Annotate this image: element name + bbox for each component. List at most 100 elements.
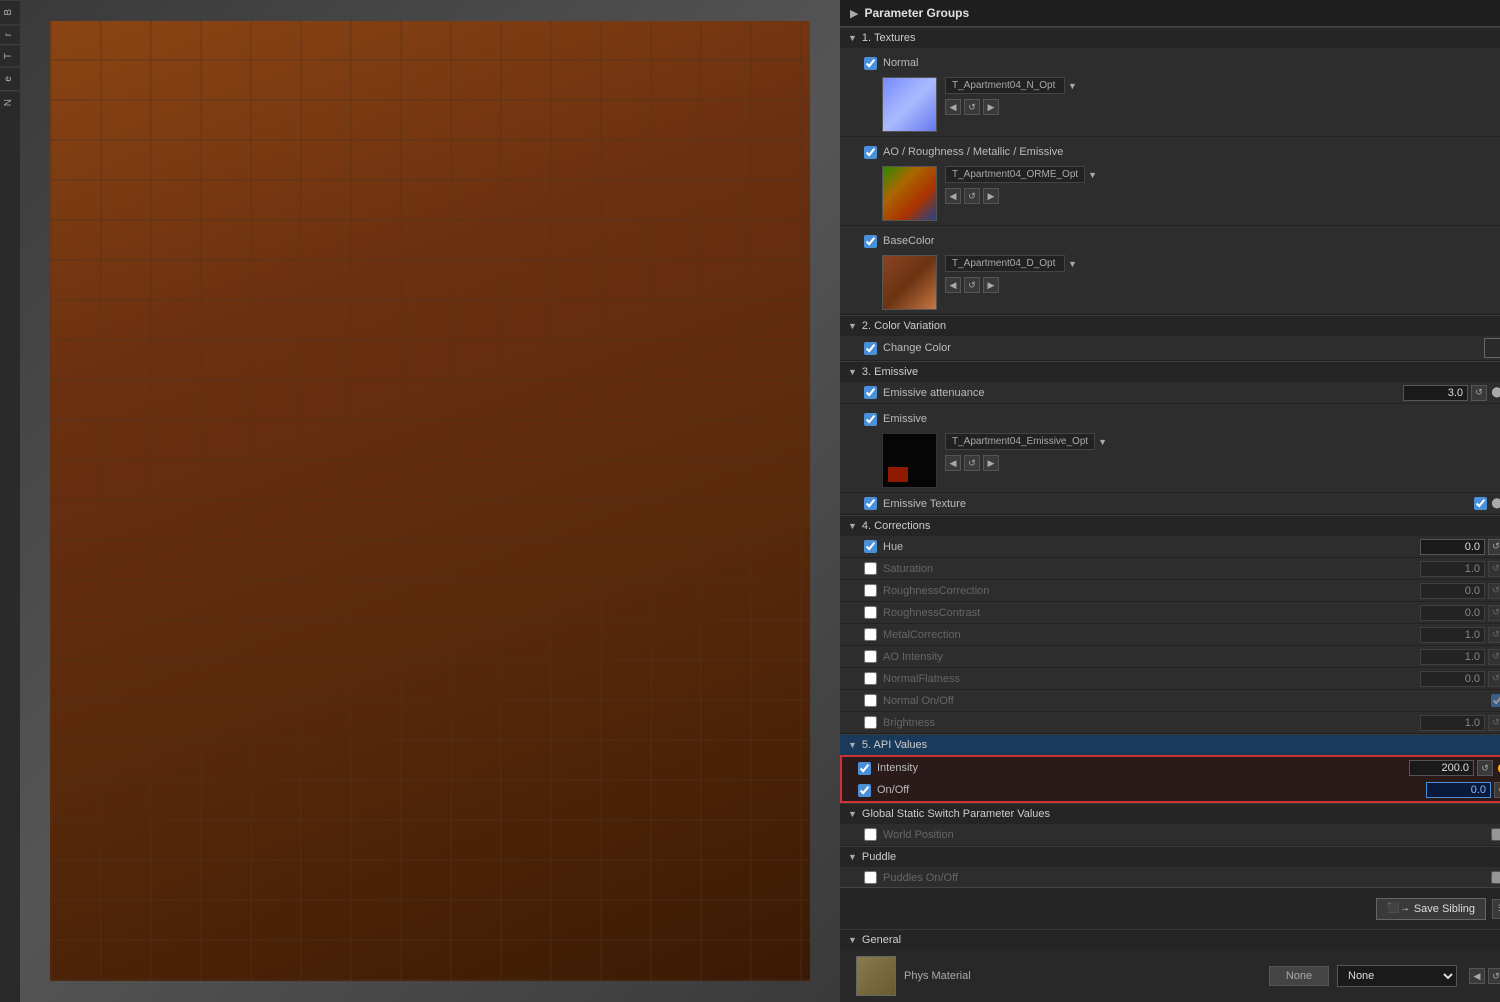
extra-btn[interactable]: ☰ — [1492, 899, 1500, 919]
input-brightness[interactable] — [1420, 715, 1485, 731]
texture-nav-btn-normal[interactable]: ◀ — [945, 99, 961, 115]
param-label-hue: Hue — [864, 540, 1324, 553]
save-sibling-button[interactable]: ⬛→ Save Sibling — [1376, 898, 1486, 920]
texture-reset-btn-emissive[interactable]: ↺ — [964, 455, 980, 471]
checkbox-onoff[interactable] — [858, 784, 871, 797]
value-area-onoff: ↺ — [1330, 782, 1500, 798]
input-roughness-contrast[interactable] — [1420, 605, 1485, 621]
reset-roughness-contrast[interactable]: ↺ — [1488, 605, 1500, 621]
checkbox-emissive-texture[interactable] — [864, 497, 877, 510]
texture-nav-btn-basecolor[interactable]: ◀ — [945, 277, 961, 293]
checkbox-world-pos[interactable] — [864, 828, 877, 841]
sidebar-tab-t[interactable]: T — [0, 44, 20, 67]
label-ao-intensity: AO Intensity — [883, 651, 943, 663]
phys-material-dropdown[interactable]: None — [1337, 965, 1457, 987]
check-puddles[interactable] — [1491, 871, 1500, 884]
param-label-puddles: Puddles On/Off — [864, 871, 1324, 884]
texture-dropdown-normal[interactable]: ▼ — [1068, 81, 1077, 91]
reset-onoff[interactable]: ↺ — [1494, 782, 1500, 798]
checkbox-puddles[interactable] — [864, 871, 877, 884]
section-global-switch-label: Global Static Switch Parameter Values — [862, 808, 1050, 820]
pin-emissive-att[interactable]: ⬤ — [1490, 386, 1500, 400]
reset-emissive-att[interactable]: ↺ — [1471, 385, 1487, 401]
reset-intensity[interactable]: ↺ — [1477, 760, 1493, 776]
section-general[interactable]: ▼ General — [840, 929, 1500, 950]
checkbox-normal[interactable] — [864, 57, 877, 70]
texture-reset-btn-orme[interactable]: ↺ — [964, 188, 980, 204]
value-area-emissive-texture: ⬤ — [1324, 497, 1500, 511]
input-saturation[interactable] — [1420, 561, 1485, 577]
checkbox-brightness[interactable] — [864, 716, 877, 729]
checkbox-normal-onoff[interactable] — [864, 694, 877, 707]
checkbox-emissive-att[interactable] — [864, 386, 877, 399]
texture-slot-emissive: Emissive T_Apartment04_Emissive_Opt ▼ ◀ … — [840, 404, 1500, 493]
reset-brightness[interactable]: ↺ — [1488, 715, 1500, 731]
checkbox-basecolor[interactable] — [864, 235, 877, 248]
checkbox-roughness-contrast[interactable] — [864, 606, 877, 619]
texture-slot-orme: AO / Roughness / Metallic / Emissive T_A… — [840, 137, 1500, 226]
checkbox-hue[interactable] — [864, 540, 877, 553]
sidebar-tab-e[interactable]: e — [0, 67, 20, 90]
label-metal-corr: MetalCorrection — [883, 629, 961, 641]
section-corrections[interactable]: ▼ 4. Corrections — [840, 515, 1500, 536]
section-api-values[interactable]: ▼ 5. API Values — [840, 734, 1500, 755]
texture-dropdown-basecolor[interactable]: ▼ — [1068, 259, 1077, 269]
reset-ao-intensity[interactable]: ↺ — [1488, 649, 1500, 665]
sidebar-tab-n[interactable]: N — [0, 90, 20, 114]
checkbox-change-color[interactable] — [864, 342, 877, 355]
texture-fwd-btn-emissive[interactable]: ▶ — [983, 455, 999, 471]
texture-fwd-btn-orme[interactable]: ▶ — [983, 188, 999, 204]
label-roughness-contrast: RoughnessContrast — [883, 607, 980, 619]
input-emissive-att[interactable] — [1403, 385, 1468, 401]
reset-hue[interactable]: ↺ — [1488, 539, 1500, 555]
input-normal-flatness[interactable] — [1420, 671, 1485, 687]
check-normal-onoff[interactable] — [1491, 694, 1500, 707]
reset-roughness-corr[interactable]: ↺ — [1488, 583, 1500, 599]
checkbox-saturation[interactable] — [864, 562, 877, 575]
checkbox-emissive-tex[interactable] — [864, 413, 877, 426]
checkbox-ao-intensity[interactable] — [864, 650, 877, 663]
section-textures[interactable]: ▼ 1. Textures — [840, 27, 1500, 48]
checkbox-metal-corr[interactable] — [864, 628, 877, 641]
section-color-variation[interactable]: ▼ 2. Color Variation — [840, 315, 1500, 336]
input-intensity[interactable] — [1409, 760, 1474, 776]
texture-name-basecolor: T_Apartment04_D_Opt — [945, 255, 1065, 272]
label-basecolor: BaseColor — [883, 235, 1500, 247]
texture-fwd-btn-normal[interactable]: ▶ — [983, 99, 999, 115]
reset-normal-flatness[interactable]: ↺ — [1488, 671, 1500, 687]
check-world-pos[interactable] — [1491, 828, 1500, 841]
sidebar-tab-r[interactable]: r — [0, 24, 20, 44]
texture-dropdown-emissive[interactable]: ▼ — [1098, 437, 1107, 447]
section-emissive[interactable]: ▼ 3. Emissive — [840, 361, 1500, 382]
checkbox-orme[interactable] — [864, 146, 877, 159]
checkbox-roughness-corr[interactable] — [864, 584, 877, 597]
input-hue[interactable] — [1420, 539, 1485, 555]
section-puddle[interactable]: ▼ Puddle — [840, 846, 1500, 867]
texture-nav-btn-emissive[interactable]: ◀ — [945, 455, 961, 471]
reset-saturation[interactable]: ↺ — [1488, 561, 1500, 577]
input-onoff[interactable] — [1426, 782, 1491, 798]
phys-reset-btn[interactable]: ↺ — [1488, 968, 1500, 984]
texture-name-row-normal: T_Apartment04_N_Opt ▼ — [945, 77, 1500, 94]
texture-fwd-btn-basecolor[interactable]: ▶ — [983, 277, 999, 293]
param-row-saturation: Saturation ↺ — [840, 558, 1500, 580]
section-global-switch[interactable]: ▼ Global Static Switch Parameter Values — [840, 803, 1500, 824]
param-row-puddles: Puddles On/Off — [840, 867, 1500, 887]
texture-dropdown-orme[interactable]: ▼ — [1088, 170, 1097, 180]
pin-intensity[interactable]: ⬤ — [1496, 761, 1500, 775]
reset-metal-corr[interactable]: ↺ — [1488, 627, 1500, 643]
pin-emissive-texture[interactable]: ⬤ — [1490, 497, 1500, 511]
sidebar-tab-b[interactable]: B — [0, 0, 20, 24]
panel-content[interactable]: ▼ 1. Textures Normal T_Apartment04_N_Opt… — [840, 27, 1500, 887]
texture-nav-btn-orme[interactable]: ◀ — [945, 188, 961, 204]
color-swatch-change-color[interactable] — [1484, 338, 1500, 358]
check-emissive-texture[interactable] — [1474, 497, 1487, 510]
input-ao-intensity[interactable] — [1420, 649, 1485, 665]
checkbox-intensity[interactable] — [858, 762, 871, 775]
checkbox-normal-flatness[interactable] — [864, 672, 877, 685]
phys-nav-btn[interactable]: ◀ — [1469, 968, 1485, 984]
texture-reset-btn-basecolor[interactable]: ↺ — [964, 277, 980, 293]
input-roughness-corr[interactable] — [1420, 583, 1485, 599]
texture-reset-btn-normal[interactable]: ↺ — [964, 99, 980, 115]
input-metal-corr[interactable] — [1420, 627, 1485, 643]
